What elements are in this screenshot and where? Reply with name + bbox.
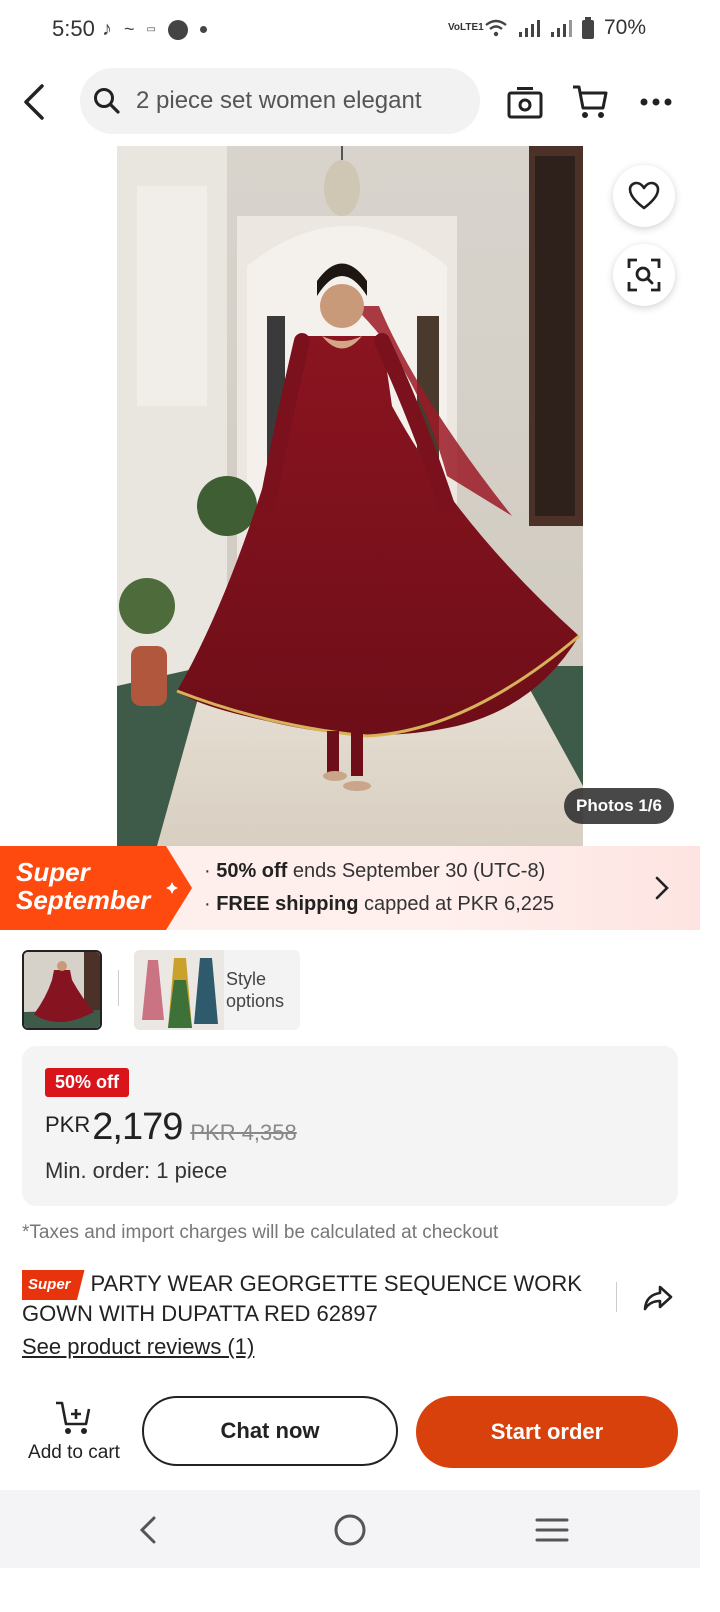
promo-discount-rest: ends September 30 (UTC-8) [292, 860, 546, 882]
search-query: 2 piece set women elegant [136, 87, 422, 114]
chat-now-button[interactable]: Chat now [142, 1396, 398, 1466]
super-tag: Super [22, 1270, 85, 1300]
signal-icon-2 [550, 20, 572, 37]
notification-icons: ♪ ~ ▭ [102, 18, 207, 41]
promo-tag-line2: September [16, 885, 151, 915]
product-photo[interactable] [117, 146, 583, 846]
thumbnail-selected[interactable] [22, 950, 102, 1030]
promo-banner[interactable]: Super September · 50% off ends September… [0, 846, 700, 930]
thumbnail-divider [118, 970, 119, 1006]
facebook-icon [167, 19, 188, 40]
promo-shipping-bold: FREE shipping [216, 893, 359, 915]
promo-line-shipping: · FREE shipping capped at PKR 6,225 [204, 893, 555, 915]
product-gallery[interactable]: Photos 1/6 [0, 146, 700, 846]
battery-icon [581, 17, 594, 39]
product-title: PARTY WEAR GEORGETTE SEQUENCE WORK GOWN … [22, 1271, 582, 1326]
camera-icon [507, 87, 543, 119]
cart-icon [573, 85, 608, 118]
volte-icon: VoLTE1 [447, 22, 484, 33]
photo-counter[interactable]: Photos 1/6 [564, 788, 674, 824]
favorite-button[interactable] [613, 165, 675, 227]
top-bar: 2 piece set women elegant [0, 68, 700, 136]
price-current: 2,179 [92, 1106, 183, 1148]
title-divider [616, 1282, 617, 1312]
start-order-button[interactable]: Start order [416, 1396, 678, 1468]
price-currency: PKR [45, 1112, 91, 1137]
cart-button[interactable] [570, 82, 610, 122]
reviews-link[interactable]: See product reviews (1) [22, 1334, 254, 1360]
style-options-label-line1: Style [226, 969, 267, 989]
status-time: 5:50 [52, 16, 95, 41]
price-row: PKR 2,179 PKR 4,358 [45, 1106, 297, 1149]
nav-home-icon [334, 1514, 366, 1546]
thumbnail-strip: Style options [22, 950, 702, 1032]
share-button[interactable] [638, 1278, 678, 1318]
add-cart-icon [56, 1401, 91, 1434]
wifi-icon [485, 19, 507, 37]
nav-back-icon [139, 1516, 156, 1544]
promo-shipping-rest: capped at PKR 6,225 [364, 893, 555, 915]
scan-icon [627, 258, 661, 292]
chevron-right-icon[interactable] [650, 874, 674, 902]
price-original: PKR 4,358 [190, 1120, 297, 1145]
system-nav-bar [0, 1490, 700, 1568]
more-icon [640, 98, 672, 106]
signal-icon [518, 20, 540, 37]
min-order: Min. order: 1 piece [45, 1158, 228, 1183]
camera-search-button[interactable] [505, 82, 545, 122]
add-to-cart-button[interactable]: Add to cart [18, 1398, 130, 1468]
tiktok-icon: ♪ [102, 18, 112, 40]
back-button[interactable] [14, 80, 54, 124]
promo-line-discount: · 50% off ends September 30 (UTC-8) [204, 860, 546, 882]
add-to-cart-label: Add to cart [28, 1442, 120, 1463]
promo-tag-line1: Super [16, 857, 90, 887]
heart-icon [628, 181, 660, 210]
style-options-button[interactable]: Style options [134, 950, 300, 1030]
nav-back-button[interactable] [126, 1510, 170, 1550]
share-icon [643, 1285, 673, 1311]
style-options-label-line2: options [226, 991, 285, 1011]
promo-tag: Super September [0, 846, 192, 930]
search-input[interactable]: 2 piece set women elegant [80, 68, 480, 134]
price-card: 50% off PKR 2,179 PKR 4,358 Min. order: … [22, 1046, 678, 1206]
nav-menu-button[interactable] [530, 1510, 574, 1550]
dot-icon [199, 26, 207, 33]
battery-level: 70% [603, 16, 646, 39]
promo-discount-bold: 50% off [216, 860, 288, 882]
chevron-left-icon [24, 84, 44, 120]
bottom-action-bar: Add to cart Chat now Start order [0, 1392, 700, 1482]
nav-menu-icon [535, 1518, 569, 1542]
status-bar: 5:50 ♪ ~ ▭ VoLTE1 70% [0, 0, 700, 58]
search-icon [92, 86, 122, 116]
app-notification-icon: ~ [124, 19, 135, 39]
tax-note: *Taxes and import charges will be calcul… [22, 1222, 499, 1243]
product-title-block: Super PARTY WEAR GEORGETTE SEQUENCE WORK … [22, 1270, 582, 1328]
discount-badge: 50% off [45, 1068, 130, 1097]
more-options-button[interactable] [636, 82, 676, 122]
nav-home-button[interactable] [328, 1510, 372, 1550]
status-indicators: VoLTE1 70% [448, 16, 646, 40]
image-search-button[interactable] [613, 244, 675, 306]
temu-notification-icon: ▭ [146, 24, 156, 35]
